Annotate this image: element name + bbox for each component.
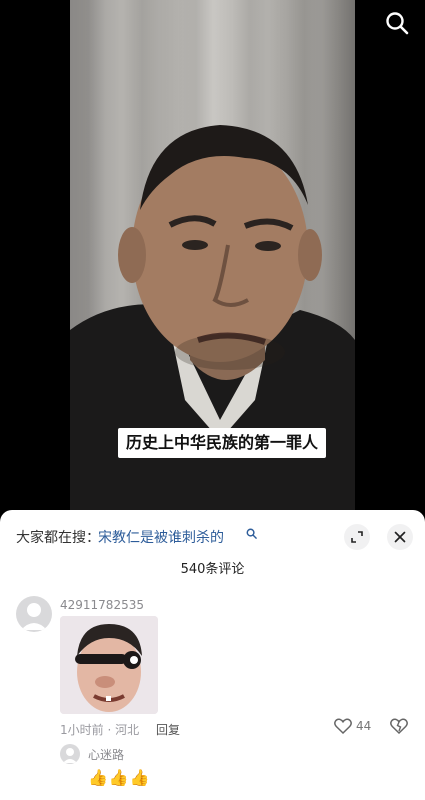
default-avatar-icon [21, 603, 47, 630]
search-link-icon[interactable] [246, 528, 257, 539]
comments-sheet: 大家都在搜： 宋教仁是被谁刺杀的 540条评论 42911782535 1小时前… [0, 510, 425, 800]
search-icon[interactable] [385, 11, 409, 35]
reply-button[interactable]: 回复 [156, 721, 180, 738]
expand-button[interactable] [344, 524, 370, 550]
default-avatar-icon [63, 748, 77, 763]
close-button[interactable] [387, 524, 413, 550]
broken-heart-icon [390, 718, 408, 735]
trending-search-prefix: 大家都在搜： [16, 530, 100, 546]
video-player[interactable]: 历史上中华民族的第一罪人 [0, 0, 425, 510]
sheet-header: 大家都在搜： 宋教仁是被谁刺杀的 [16, 524, 415, 550]
comment-time: 1小时前 [60, 723, 104, 737]
reply-meta-row-partial [88, 796, 418, 800]
close-icon [394, 531, 406, 543]
reply-username[interactable]: 心迷路 [88, 746, 124, 763]
trending-search-link[interactable]: 宋教仁是被谁刺杀的 [98, 527, 224, 547]
like-count: 44 [356, 719, 372, 733]
comment-meta: 1小时前 · 河北 [60, 723, 140, 737]
reply-text: 👍👍👍 [88, 768, 151, 787]
reply-avatar[interactable] [60, 744, 80, 764]
video-caption: 历史上中华民族的第一罪人 [118, 428, 327, 458]
comment-username[interactable]: 42911782535 [60, 598, 144, 612]
comment-location: 河北 [115, 723, 140, 737]
meme-face-sticker[interactable] [60, 616, 158, 714]
dislike-button[interactable] [390, 718, 408, 738]
heart-icon [334, 718, 352, 734]
expand-icon [351, 531, 363, 543]
comment-count: 540条评论 [180, 562, 245, 577]
meme-face-image [60, 616, 158, 714]
like-button[interactable]: 44 [334, 718, 371, 734]
avatar[interactable] [16, 596, 52, 632]
